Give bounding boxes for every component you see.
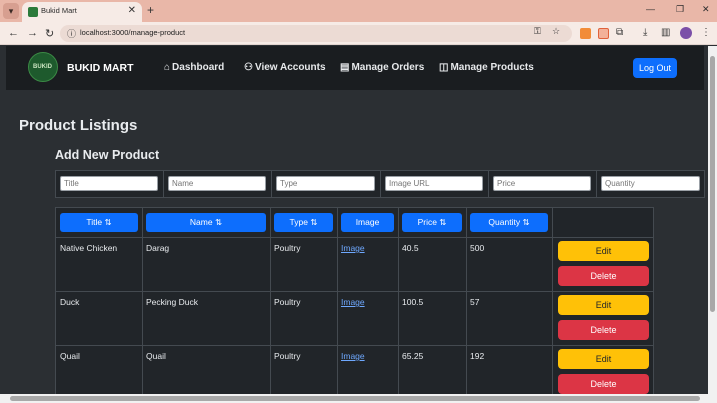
home-icon: ⌂ [164,62,171,73]
sort-title-button[interactable]: Title ⇅ [60,213,138,232]
add-cell [164,171,272,197]
add-cell [56,171,164,197]
tab-search-icon[interactable]: ▾ [3,3,19,19]
nav-manage-orders-label: Manage Orders [351,62,425,73]
horizontal-scroll-thumb[interactable] [10,396,700,401]
nav-manage-products-label: Manage Products [450,62,534,73]
cell-title: Duck [60,297,80,307]
favicon-icon [28,7,38,17]
cell-title: Quail [60,351,80,361]
new-tab-icon[interactable]: + [147,3,154,17]
cell-quantity: 500 [470,243,485,253]
cell-name: Pecking Duck [146,297,198,307]
logout-button[interactable]: Log Out [633,58,677,78]
nav-view-accounts-label: View Accounts [254,62,326,73]
person-icon: ⚇ [244,62,253,73]
image-link[interactable]: Image [341,351,365,361]
tab-title: Bukid Mart [41,6,77,15]
brand-logo[interactable]: BUKID [28,52,58,82]
close-window-icon[interactable]: ✕ [702,4,710,15]
bag-icon: ◫ [439,62,449,73]
row-divider [56,237,653,238]
edit-button[interactable]: Edit [558,241,649,261]
cell-quantity: 57 [470,297,480,307]
forward-icon[interactable]: → [27,27,38,39]
cell-price: 40.5 [402,243,419,253]
price-input[interactable] [493,176,591,191]
vertical-scrollbar[interactable] [708,46,717,394]
side-panel-icon[interactable]: ▥ [661,27,670,38]
delete-button[interactable]: Delete [558,266,649,286]
site-info-icon[interactable]: ⓘ [67,27,76,40]
sort-type-button[interactable]: Type ⇅ [274,213,333,232]
add-cell [381,171,489,197]
horizontal-scrollbar[interactable] [0,394,717,403]
app-navbar: BUKID BUKID MART ⌂ Dashboard ⚇ View Accoun… [6,46,704,90]
add-cell [489,171,597,197]
cell-type: Poultry [274,297,301,307]
delete-button[interactable]: Delete [558,374,649,394]
extension-shield-icon[interactable] [598,28,609,39]
url-text: localhost:3000/manage-product [80,28,186,37]
cell-name: Darag [146,243,170,253]
nav-dashboard[interactable]: ⌂ Dashboard [164,62,224,73]
cell-name: Quail [146,351,166,361]
row-divider [56,291,653,292]
add-cell [272,171,381,197]
extensions-puzzle-icon[interactable]: ⧉ [616,27,623,38]
reload-icon[interactable]: ↻ [45,27,54,40]
browser-toolbar: ← → ↻ ⓘ localhost:3000/manage-product ⚿ … [0,22,717,45]
address-bar[interactable]: ⓘ localhost:3000/manage-product ⚿ ☆ [60,25,572,42]
browser-menu-icon[interactable]: ⋮ [701,27,711,38]
edit-button[interactable]: Edit [558,295,649,315]
vertical-scroll-thumb[interactable] [710,56,715,312]
delete-button[interactable]: Delete [558,320,649,340]
back-icon[interactable]: ← [8,27,19,39]
image-link[interactable]: Image [341,243,365,253]
bookmark-star-icon[interactable]: ☆ [552,26,560,37]
profile-avatar[interactable] [680,27,692,39]
title-input[interactable] [60,176,158,191]
nav-view-accounts[interactable]: ⚇ View Accounts [244,62,326,73]
restore-icon[interactable]: ❐ [676,4,684,15]
logo-text: BUKID [33,64,52,70]
name-input[interactable] [168,176,266,191]
products-table: Title ⇅ Name ⇅ Type ⇅ Image Price ⇅ Quan… [55,207,654,398]
add-product-form [55,170,705,198]
sort-price-button[interactable]: Price ⇅ [402,213,462,232]
type-input[interactable] [276,176,375,191]
downloads-icon[interactable]: ⤓ [643,27,647,38]
nav-manage-orders[interactable]: ▤ Manage Orders [340,62,424,73]
edit-button[interactable]: Edit [558,349,649,369]
cell-price: 65.25 [402,351,424,361]
cell-type: Poultry [274,351,301,361]
nav-manage-products[interactable]: ◫ Manage Products [439,62,534,73]
cell-price: 100.5 [402,297,424,307]
browser-tab-bar: ▾ Bukid Mart ✕ + — ❐ ✕ [0,0,717,22]
cell-quantity: 192 [470,351,485,361]
extension-sc-icon[interactable] [580,28,591,39]
cell-type: Poultry [274,243,301,253]
image-url-input[interactable] [385,176,483,191]
page-title: Product Listings [19,117,138,134]
image-link[interactable]: Image [341,297,365,307]
list-icon: ▤ [340,62,350,73]
tab-close-icon[interactable]: ✕ [128,5,136,16]
add-cell [597,171,705,197]
quantity-input[interactable] [601,176,700,191]
password-key-icon[interactable]: ⚿ [534,26,541,37]
sort-quantity-button[interactable]: Quantity ⇅ [470,213,548,232]
minimize-icon[interactable]: — [646,4,655,14]
add-product-heading: Add New Product [55,148,160,162]
row-divider [56,345,653,346]
sort-name-button[interactable]: Name ⇅ [146,213,266,232]
cell-title: Native Chicken [60,243,118,253]
image-column-button[interactable]: Image [341,213,394,232]
nav-dashboard-label: Dashboard [172,62,225,73]
brand-name[interactable]: BUKID MART [67,62,134,74]
browser-tab[interactable]: Bukid Mart ✕ [22,2,142,22]
